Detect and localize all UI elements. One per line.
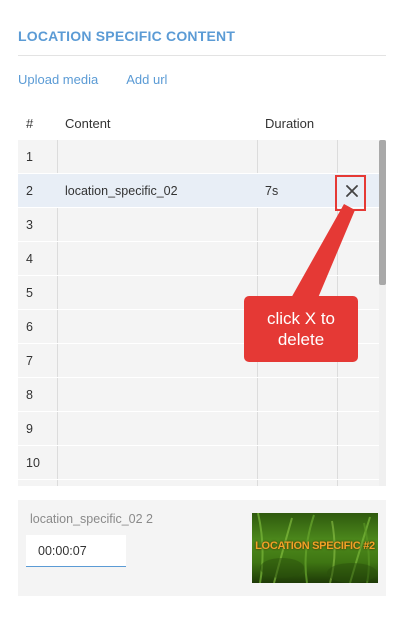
delete-row-button[interactable]: [340, 179, 364, 203]
scrollbar-thumb[interactable]: [379, 140, 386, 285]
header-title: LOCATION SPECIFIC CONTENT: [18, 28, 236, 44]
table-row[interactable]: 3: [18, 208, 386, 242]
preview-panel: location_specific_02 2 LOCATION SPECIFIC…: [18, 500, 386, 596]
upload-media-link[interactable]: Upload media: [18, 72, 98, 87]
table-row[interactable]: 1: [18, 140, 386, 174]
row-number: 5: [26, 286, 33, 300]
row-duration: 7s: [265, 184, 279, 198]
media-toolbar: Upload media Add url: [18, 72, 167, 87]
header-divider: [18, 55, 386, 56]
row-number: 8: [26, 388, 33, 402]
thumbnail-text: LOCATION SPECIFIC #2: [255, 540, 375, 552]
table-row[interactable]: 4: [18, 242, 386, 276]
row-number: 10: [26, 456, 40, 470]
row-number: 2: [26, 184, 33, 198]
column-header-duration: Duration: [265, 116, 315, 131]
row-number: 6: [26, 320, 33, 334]
preview-thumbnail: LOCATION SPECIFIC #2: [252, 513, 378, 583]
close-icon: [346, 185, 358, 197]
table-scrollbar[interactable]: [379, 140, 386, 486]
column-header-number: #: [26, 116, 34, 131]
table-row[interactable]: 5: [18, 276, 386, 310]
row-number: 9: [26, 422, 33, 436]
row-content-name: location_specific_02: [65, 184, 178, 198]
add-url-link[interactable]: Add url: [126, 72, 167, 87]
row-number: 4: [26, 252, 33, 266]
table-row[interactable]: 10: [18, 446, 386, 480]
column-header-content: Content: [65, 116, 111, 131]
table-row[interactable]: 8: [18, 378, 386, 412]
table-row[interactable]: 2 location_specific_02 7s: [18, 174, 386, 208]
table-row[interactable]: 6: [18, 310, 386, 344]
table-row[interactable]: 9: [18, 412, 386, 446]
content-table: 1 2 location_specific_02 7s 3 4 5 6 7 8 9 10: [18, 140, 386, 486]
table-header: # Content Duration: [18, 114, 386, 134]
row-number: 7: [26, 354, 33, 368]
row-number: 1: [26, 150, 33, 164]
duration-input[interactable]: [26, 535, 126, 567]
row-number: 3: [26, 218, 33, 232]
preview-item-name: location_specific_02 2: [30, 512, 153, 526]
table-row[interactable]: 7: [18, 344, 386, 378]
